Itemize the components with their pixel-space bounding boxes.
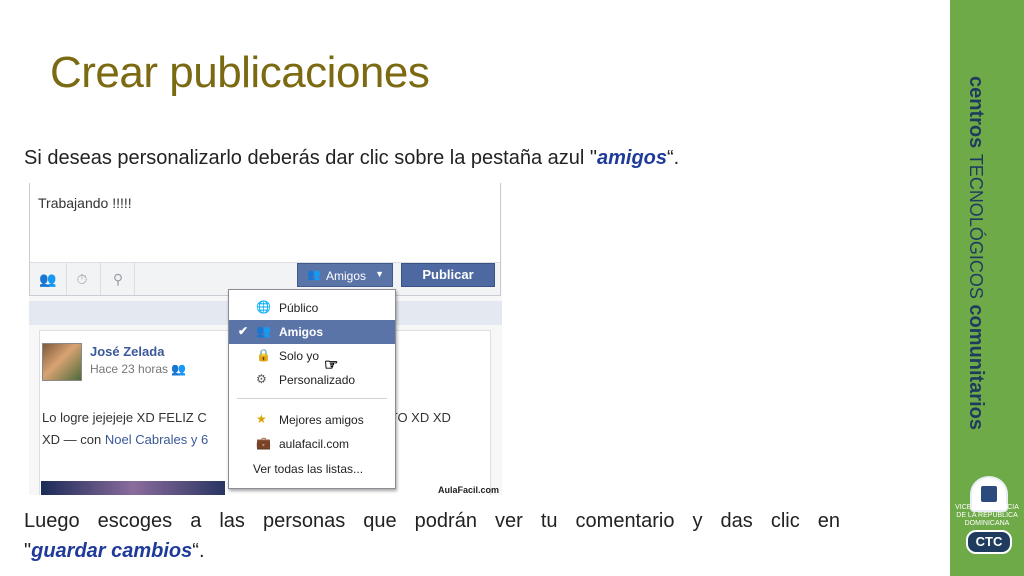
brand-word3: comunitarios <box>965 304 987 430</box>
friends-icon: 👥 <box>307 269 321 281</box>
see-all-lists-link[interactable]: Ver todas las listas... <box>253 462 363 476</box>
toolbar-divider <box>66 263 67 295</box>
friends-audience-icon: 👥 <box>171 362 187 376</box>
menu-item-aulafacil[interactable]: 💼 aulafacil.com <box>229 432 395 456</box>
brand-wordmark: centros TECNOLÓGICOS comunitarios <box>964 76 987 430</box>
toolbar-divider <box>134 263 135 295</box>
outro-word: que <box>363 510 397 532</box>
globe-icon: 🌐 <box>256 300 271 314</box>
outro-word: personas <box>262 510 346 532</box>
outro-line1: Luego escoges a las personas que podrán … <box>24 506 840 536</box>
intro-prefix: Si deseas personalizarlo deberás dar cli… <box>24 147 597 169</box>
post-time: Hace 23 horas 👥 <box>90 362 186 376</box>
menu-item-solo-yo[interactable]: 🔒 Solo yo <box>229 344 395 368</box>
brand-word2: TECNOLÓGICOS <box>966 153 986 299</box>
outro-word: en <box>817 510 840 532</box>
intro-text: Si deseas personalizarlo deberás dar cli… <box>24 147 679 170</box>
audience-dropdown: 🌐 Público ✔ 👥 Amigos ☞ 🔒 Solo yo ⚙ Perso… <box>228 289 396 489</box>
composer-text[interactable]: Trabajando !!!!! <box>38 195 132 211</box>
briefcase-icon: 💼 <box>256 436 271 450</box>
menu-item-mejores-amigos[interactable]: ★ Mejores amigos <box>229 408 395 432</box>
star-icon: ★ <box>256 412 267 426</box>
outro-word: comentario <box>575 510 675 532</box>
post-line2-prefix: XD — con <box>42 432 102 447</box>
menu-item-label: Público <box>279 301 319 315</box>
checkmark-icon: ✔ <box>238 324 249 338</box>
menu-divider <box>237 398 387 399</box>
post-line1: Lo logre jejejeje XD FELIZ C <box>42 410 207 425</box>
outro-word: tu <box>540 510 558 532</box>
post-composer: Trabajando !!!!! 👥 ⏱ ⚲ 👥 Amigos ▼ Public… <box>29 183 501 296</box>
menu-item-label: Mejores amigos <box>279 413 364 427</box>
post-author[interactable]: José Zelada <box>90 344 164 359</box>
caret-down-icon: ▼ <box>375 269 384 279</box>
lock-icon: 🔒 <box>256 348 271 362</box>
ctc-logo: CTC <box>966 530 1012 554</box>
post-image[interactable] <box>41 481 225 495</box>
outro-word: podrán <box>414 510 477 532</box>
gear-icon: ⚙ <box>256 372 267 386</box>
outro-suffix: “. <box>192 540 205 562</box>
outro-word: das <box>720 510 753 532</box>
clock-icon[interactable]: ⏱ <box>72 269 92 289</box>
tag-friends-icon[interactable]: 👥 <box>38 269 58 289</box>
outro-word: a <box>190 510 202 532</box>
post-time-text: Hace 23 horas <box>90 362 169 376</box>
tagged-friends-link[interactable]: Noel Cabrales y 6 <box>105 432 208 447</box>
intro-emphasis: amigos <box>596 147 668 169</box>
outro-word: ver <box>494 510 523 532</box>
facebook-screenshot: Trabajando !!!!! 👥 ⏱ ⚲ 👥 Amigos ▼ Public… <box>29 183 502 495</box>
friends-icon: 👥 <box>256 324 271 338</box>
menu-item-amigos[interactable]: ✔ 👥 Amigos ☞ <box>229 320 395 374</box>
avatar[interactable] <box>42 343 82 381</box>
watermark: AulaFacil.com <box>438 485 500 495</box>
slide-title: Crear publicaciones <box>50 48 430 97</box>
menu-item-publico[interactable]: 🌐 Público <box>229 296 395 320</box>
outro-word: las <box>219 510 245 532</box>
menu-item-label: Personalizado <box>279 373 356 387</box>
outro-word: y <box>692 510 703 532</box>
audience-label: Amigos <box>326 269 367 283</box>
vicepresidency-text: VICEPRESIDENCIA DE LA REPÚBLICA DOMINICA… <box>955 504 1019 527</box>
toolbar-divider <box>100 263 101 295</box>
publish-button[interactable]: Publicar <box>401 263 495 287</box>
outro-word: Luego <box>24 510 80 532</box>
audience-selector-button[interactable]: 👥 Amigos ▼ <box>297 263 393 287</box>
menu-item-label: Solo yo <box>279 349 320 363</box>
outro-line2: "guardar cambios“. <box>24 536 840 566</box>
outro-word: clic <box>770 510 800 532</box>
menu-item-label: aulafacil.com <box>279 437 350 451</box>
outro-emphasis: guardar cambios <box>31 540 193 562</box>
brand-word1: centros <box>965 76 987 149</box>
location-pin-icon[interactable]: ⚲ <box>108 269 128 289</box>
outro-text: Luego escoges a las personas que podrán … <box>24 506 840 566</box>
menu-item-personalizado[interactable]: ⚙ Personalizado <box>229 368 395 392</box>
intro-suffix: “. <box>667 147 680 169</box>
outro-word: escoges <box>97 510 173 532</box>
menu-item-label: Amigos <box>279 325 324 339</box>
